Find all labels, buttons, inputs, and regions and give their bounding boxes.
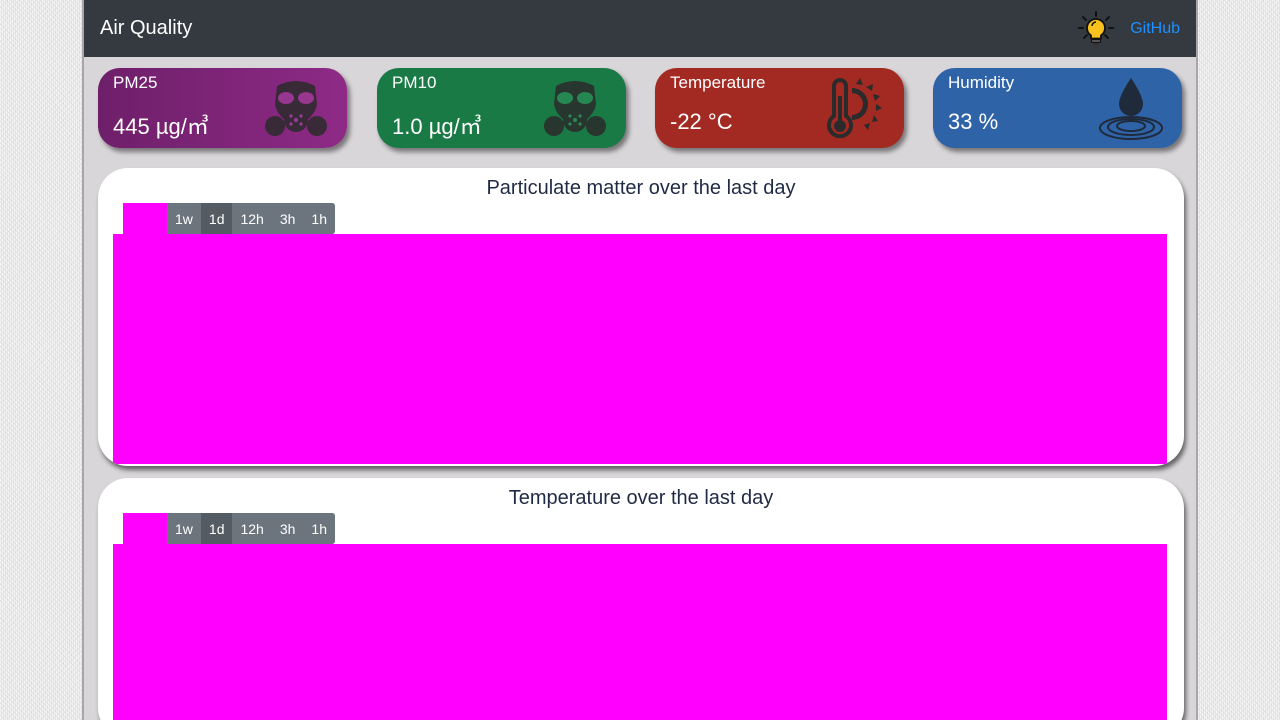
particulate-chart-panel: Particulate matter over the last day 1w … <box>98 168 1184 466</box>
range-selector: 1w 1d 12h 3h 1h <box>123 203 335 234</box>
gas-mask-icon <box>263 76 329 142</box>
range-selector: 1w 1d 12h 3h 1h <box>123 513 335 544</box>
thermometer-sun-icon <box>820 76 886 142</box>
lightbulb-icon[interactable] <box>1078 10 1115 47</box>
brand-title[interactable]: Air Quality <box>100 17 192 40</box>
range-button-3h[interactable]: 3h <box>271 513 304 544</box>
pm10-value: 1.0 µg/㎥ <box>392 114 482 139</box>
chart-canvas-placeholder <box>113 544 1167 720</box>
temperature-card: Temperature -22 °C <box>655 68 904 148</box>
chart-placeholder-swatch <box>123 203 167 234</box>
range-button-1h[interactable]: 1h <box>303 203 335 234</box>
range-button-12h[interactable]: 12h <box>232 513 272 544</box>
chart-placeholder-swatch <box>123 513 167 544</box>
chart-canvas-placeholder <box>113 234 1167 464</box>
range-button-1d[interactable]: 1d <box>200 203 233 234</box>
pm10-title: PM10 <box>392 73 437 92</box>
temperature-value: -22 °C <box>670 109 733 134</box>
range-button-3h[interactable]: 3h <box>271 203 304 234</box>
pm10-card: PM10 1.0 µg/㎥ <box>377 68 626 148</box>
app-container: Air Quality GitHub PM25 445 µg/㎥ PM10 1.… <box>82 0 1198 720</box>
range-button-1w[interactable]: 1w <box>167 203 201 234</box>
sensor-cards: PM25 445 µg/㎥ PM10 1.0 µg/㎥ Temperature … <box>98 68 1184 150</box>
chart-title: Particulate matter over the last day <box>486 177 796 199</box>
navbar-right: GitHub <box>1078 0 1180 57</box>
range-button-group: 1w 1d 12h 3h 1h <box>167 203 335 234</box>
temperature-chart-panel: Temperature over the last day 1w 1d 12h … <box>98 478 1184 720</box>
chart-title: Temperature over the last day <box>508 487 774 509</box>
pm25-title: PM25 <box>113 73 158 92</box>
humidity-title: Humidity <box>948 73 1015 92</box>
navbar: Air Quality GitHub <box>84 0 1196 57</box>
range-button-1h[interactable]: 1h <box>303 513 335 544</box>
gas-mask-icon <box>542 76 608 142</box>
pm25-card: PM25 445 µg/㎥ <box>98 68 347 148</box>
humidity-card: Humidity 33 % <box>933 68 1182 148</box>
range-button-1w[interactable]: 1w <box>167 513 201 544</box>
range-button-1d[interactable]: 1d <box>200 513 233 544</box>
github-link[interactable]: GitHub <box>1130 20 1180 38</box>
water-drop-icon <box>1098 76 1164 142</box>
pm25-value: 445 µg/㎥ <box>113 114 209 139</box>
range-button-12h[interactable]: 12h <box>232 203 272 234</box>
humidity-value: 33 % <box>948 109 999 134</box>
range-button-group: 1w 1d 12h 3h 1h <box>167 513 335 544</box>
temperature-title: Temperature <box>670 73 766 92</box>
